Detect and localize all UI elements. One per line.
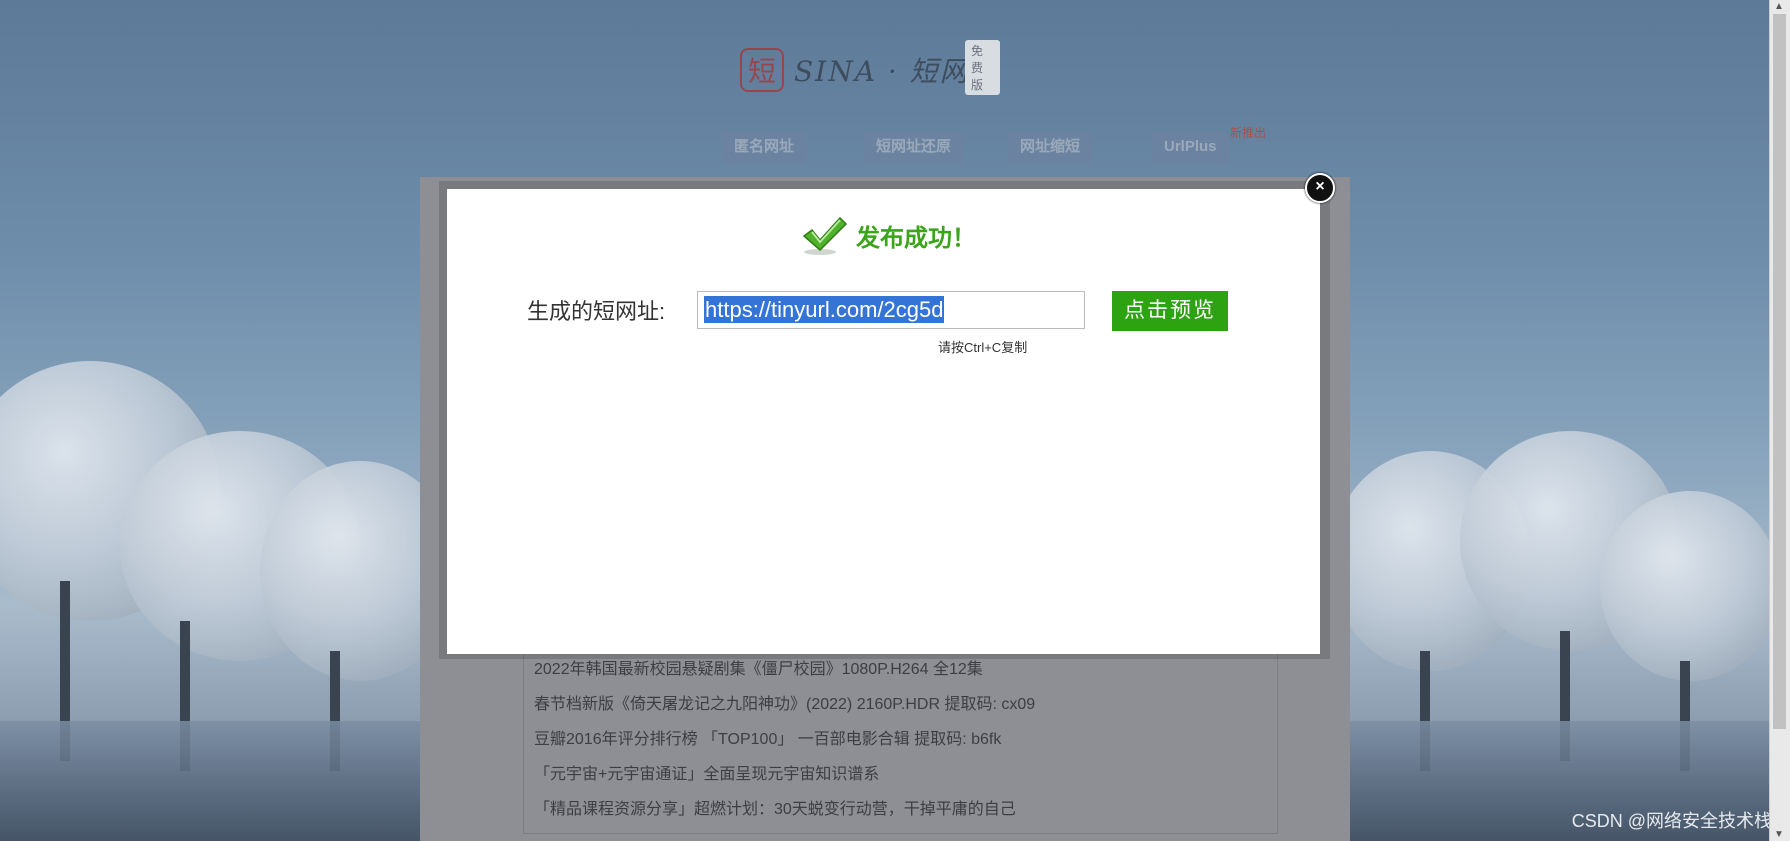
list-item[interactable]: 春节档新版《倚天屠龙记之九阳神功》(2022) 2160P.HDR 提取码: c…	[534, 687, 1267, 722]
copy-hint: 请按Ctrl+C复制	[938, 340, 1028, 355]
nav-url-restore[interactable]: 短网址还原	[864, 131, 964, 163]
site-logo[interactable]: 短 SINA · 短网址 免费版	[740, 40, 1000, 95]
short-url-label: 生成的短网址:	[527, 299, 666, 324]
short-url-value: https://tinyurl.com/2cg5d	[704, 296, 945, 323]
new-badge: 新推出	[1230, 126, 1267, 140]
list-item[interactable]: 豆瓣2016年评分排行榜 「TOP100」 一百部电影合辑 提取码: b6fk	[534, 722, 1267, 757]
watermark: CSDN @网络安全技术栈	[1571, 811, 1772, 831]
free-badge: 免费版	[965, 40, 1000, 95]
nav-anonymous-url[interactable]: 匿名网址	[722, 131, 807, 163]
result-modal	[447, 189, 1320, 654]
scroll-thumb[interactable]	[1773, 14, 1786, 729]
preview-button[interactable]: 点击预览	[1112, 291, 1228, 331]
resource-list: 2022年韩国最新校园悬疑剧集《僵尸校园》1080P.H264 全12集 春节档…	[523, 645, 1278, 834]
list-item[interactable]: 「元宇宙+元宇宙通证」全面呈现元宇宙知识谱系	[534, 757, 1267, 792]
nav-url-shorten[interactable]: 网址缩短	[1008, 131, 1093, 163]
scroll-up-icon[interactable]: ▲	[1774, 1, 1784, 12]
nav-urlplus[interactable]: UrlPlus	[1152, 131, 1229, 163]
close-icon[interactable]: ×	[1305, 173, 1335, 203]
success-message: 发布成功！	[800, 214, 976, 256]
success-text: 发布成功！	[856, 224, 976, 252]
vertical-scrollbar[interactable]: ▲ ▼	[1769, 0, 1790, 841]
short-url-field[interactable]: https://tinyurl.com/2cg5d	[697, 291, 1085, 329]
checkmark-icon	[802, 216, 848, 255]
logo-mark: 短	[740, 48, 784, 92]
list-item[interactable]: 「精品课程资源分享」超燃计划：30天蜕变行动营，干掉平庸的自己	[534, 792, 1267, 827]
scroll-down-icon[interactable]: ▼	[1774, 829, 1784, 840]
